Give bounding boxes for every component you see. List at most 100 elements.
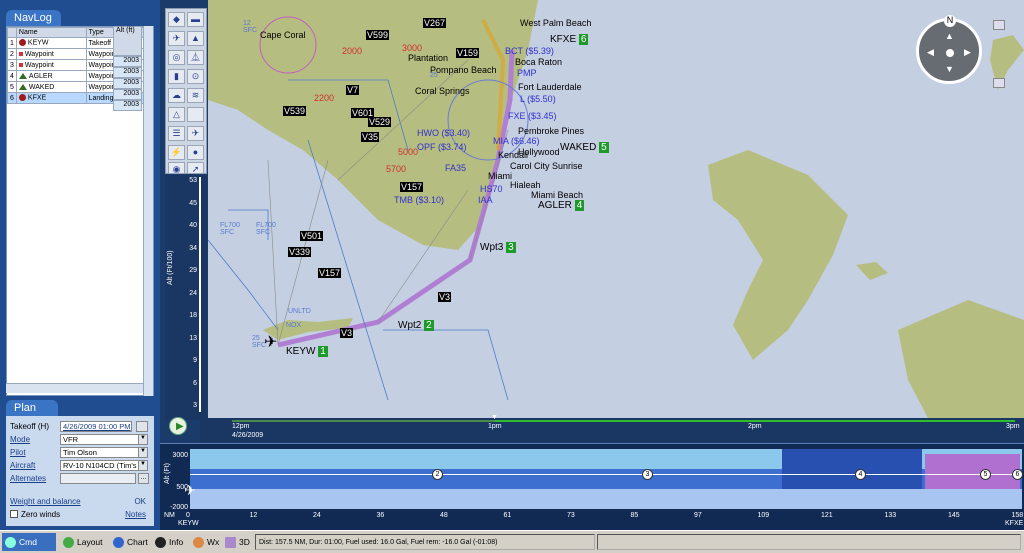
arrow-tool-icon[interactable]: ➚ bbox=[187, 162, 204, 174]
layer-tool-icon[interactable]: ▬ bbox=[187, 12, 204, 27]
play-button[interactable]: ▶ bbox=[169, 417, 187, 435]
airport-label[interactable]: OPF ($3.74) bbox=[417, 142, 467, 152]
profile-x-tick: 12 bbox=[249, 512, 258, 519]
row-name[interactable]: Waypoint bbox=[15, 48, 87, 60]
row-name[interactable]: AGLER bbox=[15, 70, 87, 82]
weight-balance-link[interactable]: Weight and balance bbox=[10, 497, 81, 506]
waypoint-kfxe[interactable]: KFXE 6 bbox=[550, 34, 589, 45]
tab-info[interactable]: Info bbox=[152, 533, 188, 551]
row-name[interactable]: Waypoint bbox=[15, 59, 87, 71]
airport-label[interactable]: HWO ($3.40) bbox=[417, 128, 470, 138]
profile-waypoint-marker[interactable]: 6 bbox=[1012, 469, 1023, 480]
vor-tool-icon[interactable]: ⊙ bbox=[187, 69, 204, 84]
color-tool-icon[interactable]: ● bbox=[187, 145, 204, 160]
time-tick: 3pm bbox=[1006, 423, 1020, 430]
pilot-label[interactable]: Pilot bbox=[10, 448, 26, 457]
waypoint-keyw[interactable]: KEYW 1 bbox=[286, 346, 328, 357]
calendar-icon[interactable] bbox=[136, 421, 148, 432]
alt-cell[interactable]: 2003 bbox=[113, 56, 142, 67]
waypoint-wpt2[interactable]: Wpt2 2 bbox=[398, 320, 434, 331]
list-tool-icon[interactable]: ☰ bbox=[168, 126, 185, 141]
airport-label[interactable]: FXE ($3.45) bbox=[508, 111, 557, 121]
waypoint-tool-icon[interactable]: ◆ bbox=[168, 12, 185, 27]
timeline-bar[interactable]: ▼ 12pm 4/26/2009 1pm 2pm 3pm bbox=[200, 414, 1024, 442]
blank-tool-icon[interactable] bbox=[187, 107, 204, 122]
pan-right-icon[interactable]: ▶ bbox=[964, 47, 971, 58]
airport-label[interactable]: BCT ($5.39) bbox=[505, 46, 554, 56]
alt-cell[interactable]: 2003 bbox=[113, 89, 142, 100]
ok-link[interactable]: OK bbox=[134, 497, 146, 506]
row-name[interactable]: WAKED bbox=[15, 81, 87, 93]
airport-label[interactable]: MIA ($6.46) bbox=[493, 136, 540, 146]
pan-up-icon[interactable]: ▲ bbox=[945, 31, 954, 41]
pan-center-icon[interactable] bbox=[946, 49, 954, 57]
alternates-field[interactable] bbox=[60, 473, 136, 484]
airport-label[interactable]: FA35 bbox=[445, 163, 466, 173]
tab-layout[interactable]: Layout bbox=[60, 533, 108, 551]
col-alt[interactable]: Alt (ft) bbox=[113, 26, 142, 56]
terrain-tool-icon[interactable]: ▲ bbox=[187, 31, 204, 46]
map-svg[interactable] bbox=[208, 0, 1024, 418]
alt-cell[interactable]: 2003 bbox=[113, 67, 142, 78]
map-view[interactable]: West Palm Beach Cape Coral Plantation Po… bbox=[208, 0, 1024, 418]
alt-cell[interactable]: 2003 bbox=[113, 78, 142, 89]
aircraft-icon[interactable]: ✈ bbox=[264, 332, 277, 352]
profile-waypoint-marker[interactable]: 2 bbox=[432, 469, 443, 480]
north-icon[interactable]: N bbox=[944, 15, 956, 27]
waypoint-wpt3[interactable]: Wpt3 3 bbox=[480, 242, 516, 253]
col-name[interactable]: Name bbox=[15, 27, 87, 38]
pan-control[interactable]: N ▲ ▼ ◀ ▶ bbox=[916, 15, 982, 84]
terrain-triangle-icon[interactable]: △ bbox=[168, 107, 185, 122]
alternates-row: Alternates ... bbox=[10, 473, 150, 485]
alternates-label[interactable]: Alternates bbox=[10, 474, 46, 483]
airway-tool-icon[interactable]: ✈ bbox=[168, 31, 185, 46]
airport-label[interactable]: L ($5.50) bbox=[520, 94, 556, 104]
tab-cmd[interactable]: Cmd bbox=[2, 533, 56, 551]
vertical-profile[interactable]: 23456 3000 500 -2000 0 12 24 36 48 61 73 85 97 109 1… bbox=[160, 443, 1024, 530]
alternates-button[interactable]: ... bbox=[138, 473, 149, 484]
chevron-down-icon[interactable]: ▼ bbox=[138, 448, 147, 457]
chevron-down-icon[interactable]: ▼ bbox=[138, 461, 147, 470]
chevron-down-icon[interactable]: ▼ bbox=[138, 435, 147, 444]
aircraft-label[interactable]: Aircraft bbox=[10, 461, 35, 470]
mode-label[interactable]: Mode bbox=[10, 435, 30, 444]
pan-left-icon[interactable]: ◀ bbox=[927, 47, 934, 58]
aircraft-select[interactable]: RV-10 N104CD (Tim's l ▼ bbox=[60, 460, 148, 471]
airport-label[interactable]: HS70 bbox=[480, 184, 503, 194]
timeline-marker-icon[interactable]: ▼ bbox=[491, 414, 498, 421]
profile-waypoint-marker[interactable]: 4 bbox=[855, 469, 866, 480]
row-name[interactable]: KEYW bbox=[15, 37, 87, 49]
obstacle-tool-icon[interactable]: ⏅ bbox=[187, 50, 204, 65]
airport-label[interactable]: PMP bbox=[517, 68, 537, 78]
navlog-hscroll[interactable] bbox=[6, 383, 143, 393]
profile-waypoint-marker[interactable]: 5 bbox=[980, 469, 991, 480]
notes-link[interactable]: Notes bbox=[125, 510, 146, 519]
mode-select[interactable]: VFR ▼ bbox=[60, 434, 148, 445]
tab-chart[interactable]: Chart bbox=[110, 533, 152, 551]
lightning-tool-icon[interactable]: ⚡ bbox=[168, 145, 185, 160]
globe-tool-icon[interactable]: ◉ bbox=[168, 162, 185, 174]
row-name[interactable]: KFXE bbox=[15, 92, 87, 104]
pan-down-icon[interactable]: ▼ bbox=[945, 64, 954, 74]
airport-tool-icon[interactable]: ◎ bbox=[168, 50, 185, 65]
navlog-vscroll[interactable] bbox=[143, 26, 153, 396]
zoom-in-icon[interactable] bbox=[993, 20, 1005, 30]
pilot-select[interactable]: Tim Olson ▼ bbox=[60, 447, 148, 458]
airport-label[interactable]: TMB ($3.10) bbox=[394, 195, 444, 205]
airport-label[interactable]: IAA bbox=[478, 195, 493, 205]
profile-waypoint-marker[interactable]: 3 bbox=[642, 469, 653, 480]
altitude-slider-track[interactable] bbox=[199, 177, 201, 412]
weather-tool-icon[interactable]: ☁ bbox=[168, 88, 185, 103]
tab-3d[interactable]: 3D bbox=[222, 533, 252, 551]
plane-tool-icon[interactable]: ✈ bbox=[187, 126, 204, 141]
chart-tool-icon[interactable]: ▮ bbox=[168, 69, 185, 84]
zero-winds-checkbox[interactable] bbox=[10, 510, 18, 518]
zoom-out-icon[interactable] bbox=[993, 78, 1005, 88]
tab-wx[interactable]: Wx bbox=[190, 533, 222, 551]
radar-tool-icon[interactable]: ≋ bbox=[187, 88, 204, 103]
time-tick: 2pm bbox=[748, 423, 762, 430]
waypoint-waked[interactable]: WAKED 5 bbox=[560, 142, 609, 153]
waypoint-agler[interactable]: AGLER 4 bbox=[538, 200, 585, 211]
alt-cell[interactable]: 2003 bbox=[113, 100, 142, 111]
takeoff-field[interactable]: 4/26/2009 01:00 PM bbox=[60, 421, 132, 432]
